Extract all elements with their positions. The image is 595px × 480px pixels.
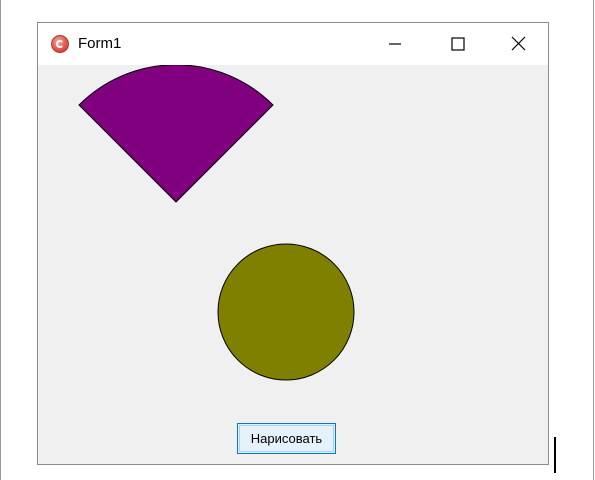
minimize-icon bbox=[389, 43, 401, 45]
circle-shape bbox=[217, 243, 355, 381]
minimize-button[interactable] bbox=[372, 23, 418, 65]
drawing-canvas bbox=[78, 65, 355, 381]
page-left-border bbox=[0, 0, 1, 480]
maximize-icon bbox=[451, 37, 465, 51]
app-icon bbox=[51, 35, 69, 53]
window-title: Form1 bbox=[78, 35, 122, 52]
close-button[interactable] bbox=[496, 23, 542, 65]
maximize-button[interactable] bbox=[434, 23, 480, 65]
draw-button[interactable]: Нарисовать bbox=[237, 423, 336, 454]
form-window: Form1 Нарисовать bbox=[37, 22, 549, 465]
close-icon bbox=[511, 36, 526, 51]
form-client-area: Нарисовать bbox=[38, 65, 548, 464]
text-cursor bbox=[554, 437, 556, 473]
pie-sector-shape bbox=[78, 65, 274, 203]
page-right-border bbox=[593, 0, 594, 480]
title-bar[interactable]: Form1 bbox=[38, 23, 548, 65]
